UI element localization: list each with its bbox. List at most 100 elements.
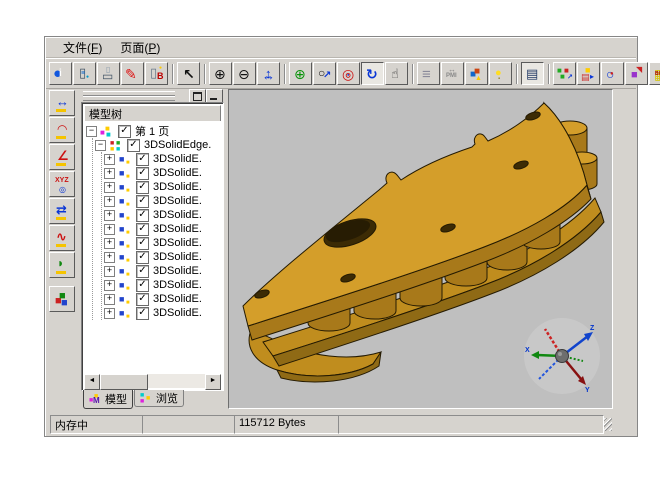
visibility-checkbox[interactable]: ✓ xyxy=(136,223,149,236)
tree-horizontal-scrollbar[interactable]: ◄ ► xyxy=(84,374,221,388)
zoom-out-button[interactable]: ⊖ xyxy=(233,62,256,85)
tree-row[interactable]: +■■✓3DSolidE. xyxy=(102,152,221,166)
solid-view-button[interactable]: ■◥ xyxy=(625,62,648,85)
expand-box-icon[interactable]: + xyxy=(104,182,115,193)
measure-radius-button[interactable]: ◠▬ xyxy=(49,117,75,143)
expand-box-icon[interactable]: + xyxy=(104,224,115,235)
visibility-checkbox[interactable]: ✓ xyxy=(127,139,140,152)
print-preview-button[interactable]: ▯≡● xyxy=(73,62,96,85)
print-button[interactable]: ▭▯ xyxy=(97,62,120,85)
visibility-checkbox[interactable]: ✓ xyxy=(136,237,149,250)
visibility-checkbox[interactable]: ✓ xyxy=(136,195,149,208)
measure-area-button[interactable]: ◗▬ xyxy=(49,252,75,278)
visibility-checkbox[interactable]: ✓ xyxy=(136,153,149,166)
view-cube-button[interactable]: ■■▲ xyxy=(465,62,488,85)
tree-item-label[interactable]: 3DSolidE. xyxy=(153,251,202,263)
assembly-tools-button[interactable]: ■■■↗ xyxy=(553,62,576,85)
expand-box-icon[interactable]: + xyxy=(104,280,115,291)
tab-model[interactable]: ■■M模型 xyxy=(83,390,133,409)
tree-item-label[interactable]: 3DSolidE. xyxy=(153,237,202,249)
visibility-checkbox[interactable]: ✓ xyxy=(136,265,149,278)
tree-row[interactable]: +■■✓3DSolidE. xyxy=(102,250,221,264)
measure-distance-button[interactable]: ⇄▬ xyxy=(49,198,75,224)
expand-box-icon[interactable]: + xyxy=(104,252,115,263)
measure-length-button[interactable]: ↔▬ xyxy=(49,90,75,116)
info-button[interactable]: ●i xyxy=(49,62,72,85)
tree-item-label[interactable]: 3DSolidE. xyxy=(153,307,202,319)
tree-row[interactable]: +■■✓3DSolidE. xyxy=(102,278,221,292)
menu-file[interactable]: 文件(F) xyxy=(54,38,111,57)
visibility-checkbox[interactable]: ✓ xyxy=(136,181,149,194)
export-document-button[interactable]: ▯B● xyxy=(145,62,168,85)
solid-properties-button[interactable]: ■■■ xyxy=(49,286,75,312)
expand-box-icon[interactable]: + xyxy=(104,238,115,249)
scroll-left-arrow-icon[interactable]: ◄ xyxy=(84,374,100,390)
pan-move-button[interactable]: ↔↕ xyxy=(257,62,280,85)
zoom-in-button[interactable]: ⊕ xyxy=(209,62,232,85)
rotate-view-button[interactable]: ↻ xyxy=(361,62,384,85)
visibility-checkbox[interactable]: ✓ xyxy=(136,279,149,292)
tree-row[interactable]: −■■■✓第 1 页 xyxy=(84,124,221,138)
pan-hand-button[interactable]: ☝ xyxy=(385,62,408,85)
lightbulb-button[interactable]: ●▪ xyxy=(489,62,512,85)
tree-item-label[interactable]: 3DSolidE. xyxy=(153,209,202,221)
select-button[interactable]: ↖ xyxy=(177,62,200,85)
expand-box-icon[interactable]: + xyxy=(104,196,115,207)
visibility-checkbox[interactable]: ✓ xyxy=(136,251,149,264)
zoom-window-button[interactable]: ⊕ xyxy=(289,62,312,85)
tree-row[interactable]: +■■✓3DSolidE. xyxy=(102,208,221,222)
tree-item-label[interactable]: 3DSolidE. xyxy=(153,153,202,165)
visibility-checkbox[interactable]: ✓ xyxy=(136,307,149,320)
bom-button[interactable]: ▦BOM xyxy=(649,62,660,85)
collapse-box-icon[interactable]: − xyxy=(95,140,106,151)
expand-box-icon[interactable]: + xyxy=(104,210,115,221)
tree-row[interactable]: +■■✓3DSolidE. xyxy=(102,306,221,320)
zoom-dynamic-button[interactable]: ○↗ xyxy=(313,62,336,85)
expand-box-icon[interactable]: + xyxy=(104,294,115,305)
3d-viewport[interactable]: Z X Y xyxy=(228,89,613,409)
scrollbar-thumb[interactable] xyxy=(100,374,148,390)
pmi-button[interactable]: ↔PMI xyxy=(441,62,464,85)
tree-item-label[interactable]: 3DSolidE. xyxy=(153,265,202,277)
tree-row[interactable]: +■■✓3DSolidE. xyxy=(102,236,221,250)
tree-row[interactable]: +■■✓3DSolidE. xyxy=(102,166,221,180)
coordinate-xyz-button[interactable]: XYZ◎ xyxy=(49,171,75,197)
tree-item-label[interactable]: 3DSolidE. xyxy=(153,181,202,193)
collapse-box-icon[interactable]: − xyxy=(86,126,97,137)
menu-page[interactable]: 页面(P) xyxy=(111,38,169,57)
tree-row[interactable]: +■■✓3DSolidE. xyxy=(102,264,221,278)
tree-row[interactable]: −■■■■✓3DSolidEdge. xyxy=(93,138,221,152)
visibility-checkbox[interactable]: ✓ xyxy=(136,209,149,222)
tree-item-label[interactable]: 第 1 页 xyxy=(135,123,169,139)
panel-float-button[interactable] xyxy=(189,89,206,103)
visibility-checkbox[interactable]: ✓ xyxy=(136,167,149,180)
view-capture-button[interactable]: ■▤▸ xyxy=(577,62,600,85)
drawing-notes-button[interactable]: ▤ xyxy=(521,62,544,85)
expand-box-icon[interactable]: + xyxy=(104,266,115,277)
expand-box-icon[interactable]: + xyxy=(104,154,115,165)
measure-curve-button[interactable]: ∿▬ xyxy=(49,225,75,251)
scroll-right-arrow-icon[interactable]: ► xyxy=(205,374,221,390)
panel-hide-button[interactable] xyxy=(206,89,223,103)
tree-item-label[interactable]: 3DSolidE. xyxy=(153,195,202,207)
render-mode-button[interactable]: ◎● xyxy=(337,62,360,85)
tree-row[interactable]: +■■✓3DSolidE. xyxy=(102,292,221,306)
expand-box-icon[interactable]: + xyxy=(104,168,115,179)
tab-browse[interactable]: ■■■浏览 xyxy=(134,390,184,407)
tree-item-label[interactable]: 3DSolidE. xyxy=(153,279,202,291)
tree-item-label[interactable]: 3DSolidE. xyxy=(153,167,202,179)
visibility-checkbox[interactable]: ✓ xyxy=(136,293,149,306)
tree-row[interactable]: +■■✓3DSolidE. xyxy=(102,194,221,208)
layers-button[interactable]: ≡ xyxy=(417,62,440,85)
tree-row[interactable]: +■■✓3DSolidE. xyxy=(102,222,221,236)
tree-item-label[interactable]: 3DSolidE. xyxy=(153,223,202,235)
panel-gripper[interactable] xyxy=(81,89,224,101)
tree-item-label[interactable]: 3DSolidEdge. xyxy=(144,139,211,151)
scrollbar-track[interactable] xyxy=(148,374,205,388)
tree-row[interactable]: +■■✓3DSolidE. xyxy=(102,180,221,194)
expand-box-icon[interactable]: + xyxy=(104,308,115,319)
visibility-checkbox[interactable]: ✓ xyxy=(118,125,131,138)
tree-item-label[interactable]: 3DSolidE. xyxy=(153,293,202,305)
annotate-button[interactable]: ✎ xyxy=(121,62,144,85)
measure-angle-button[interactable]: ∠▬ xyxy=(49,144,75,170)
